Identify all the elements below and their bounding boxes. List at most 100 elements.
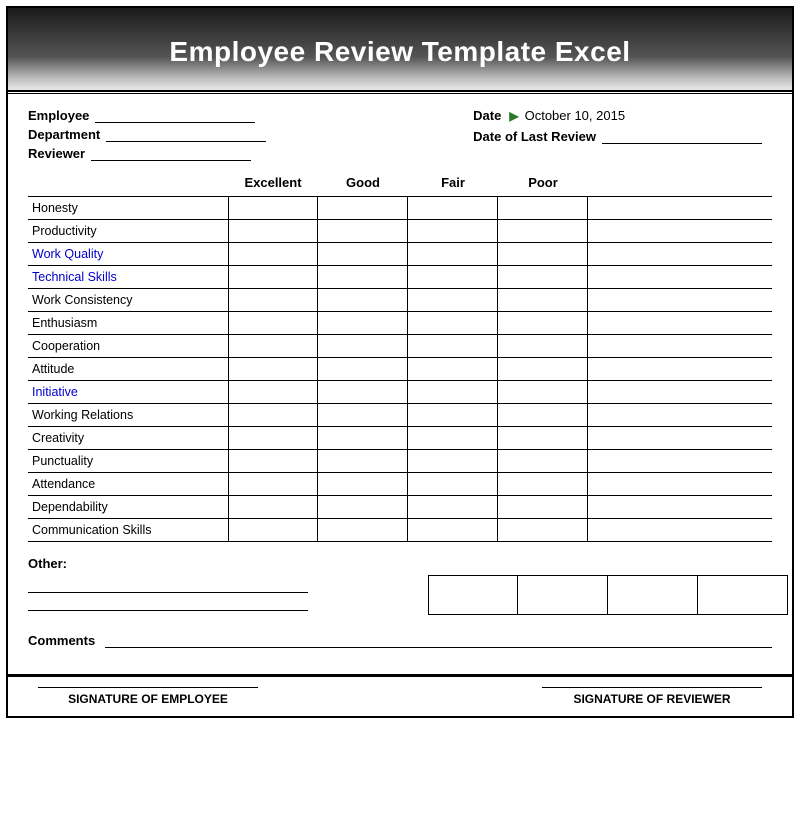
rating-cell-excellent[interactable] <box>228 243 318 265</box>
rating-cell-poor[interactable] <box>498 427 588 449</box>
employee-signature-line[interactable] <box>38 687 258 688</box>
item-label: Initiative <box>28 383 228 401</box>
rating-cell-poor[interactable] <box>498 220 588 242</box>
rating-cell-excellent[interactable] <box>228 427 318 449</box>
item-label: Attendance <box>28 475 228 493</box>
item-label: Creativity <box>28 429 228 447</box>
rating-cell-fair[interactable] <box>408 358 498 380</box>
other-cell-good[interactable] <box>518 575 608 615</box>
rating-table: Excellent Good Fair Poor HonestyProducti… <box>28 175 772 542</box>
rating-cell-excellent[interactable] <box>228 335 318 357</box>
rating-cell-poor[interactable] <box>498 335 588 357</box>
rating-cell-fair[interactable] <box>408 312 498 334</box>
rating-cell-excellent[interactable] <box>228 450 318 472</box>
other-line-2[interactable] <box>28 597 308 611</box>
reviewer-signature-label: SIGNATURE OF REVIEWER <box>573 692 730 706</box>
department-field: Department <box>28 127 266 142</box>
item-label: Punctuality <box>28 452 228 470</box>
item-label: Honesty <box>28 199 228 217</box>
rating-cell-good[interactable] <box>318 335 408 357</box>
header-good: Good <box>318 175 408 190</box>
rating-cells <box>228 381 588 403</box>
rating-cell-excellent[interactable] <box>228 381 318 403</box>
rating-cell-poor[interactable] <box>498 473 588 495</box>
rating-cell-excellent[interactable] <box>228 312 318 334</box>
rating-cell-fair[interactable] <box>408 197 498 219</box>
rating-cell-good[interactable] <box>318 427 408 449</box>
rating-cell-excellent[interactable] <box>228 473 318 495</box>
rating-cell-good[interactable] <box>318 289 408 311</box>
rating-cell-poor[interactable] <box>498 519 588 541</box>
rating-cell-poor[interactable] <box>498 450 588 472</box>
last-review-input-line[interactable] <box>602 130 762 144</box>
table-row: Attendance <box>28 472 772 495</box>
rating-cell-fair[interactable] <box>408 496 498 518</box>
other-cell-excellent[interactable] <box>428 575 518 615</box>
rating-cell-good[interactable] <box>318 519 408 541</box>
rating-cell-excellent[interactable] <box>228 496 318 518</box>
rating-cell-fair[interactable] <box>408 404 498 426</box>
rating-cell-good[interactable] <box>318 450 408 472</box>
rating-cells <box>228 289 588 311</box>
rating-cell-good[interactable] <box>318 197 408 219</box>
department-input-line[interactable] <box>106 128 266 142</box>
item-label: Work Quality <box>28 245 228 263</box>
rating-cell-poor[interactable] <box>498 266 588 288</box>
rating-cell-good[interactable] <box>318 266 408 288</box>
rating-cell-fair[interactable] <box>408 519 498 541</box>
rating-cells <box>228 243 588 265</box>
rating-cell-poor[interactable] <box>498 358 588 380</box>
rating-cell-good[interactable] <box>318 220 408 242</box>
rating-cell-good[interactable] <box>318 381 408 403</box>
rating-cell-poor[interactable] <box>498 243 588 265</box>
reviewer-input-line[interactable] <box>91 147 251 161</box>
rating-cell-fair[interactable] <box>408 450 498 472</box>
rating-cell-excellent[interactable] <box>228 220 318 242</box>
comments-line[interactable] <box>105 634 772 648</box>
rating-cell-good[interactable] <box>318 404 408 426</box>
other-line-1[interactable] <box>28 579 308 593</box>
reviewer-label: Reviewer <box>28 146 85 161</box>
rating-cell-fair[interactable] <box>408 243 498 265</box>
rating-cells <box>228 450 588 472</box>
rating-cell-fair[interactable] <box>408 427 498 449</box>
rating-cell-fair[interactable] <box>408 335 498 357</box>
rating-cell-good[interactable] <box>318 243 408 265</box>
item-label: Communication Skills <box>28 521 228 539</box>
comments-section: Comments <box>28 633 772 648</box>
rating-cell-excellent[interactable] <box>228 519 318 541</box>
rating-cells <box>228 335 588 357</box>
info-right: Date ▶ October 10, 2015 Date of Last Rev… <box>473 108 772 144</box>
rating-cell-excellent[interactable] <box>228 358 318 380</box>
rating-cell-fair[interactable] <box>408 289 498 311</box>
rating-cell-excellent[interactable] <box>228 266 318 288</box>
employee-signature-block: SIGNATURE OF EMPLOYEE <box>38 687 258 706</box>
item-label: Technical Skills <box>28 268 228 286</box>
rating-cell-poor[interactable] <box>498 312 588 334</box>
table-row: Productivity <box>28 219 772 242</box>
rating-cell-poor[interactable] <box>498 496 588 518</box>
rating-cell-good[interactable] <box>318 473 408 495</box>
rating-cell-fair[interactable] <box>408 220 498 242</box>
rating-cell-good[interactable] <box>318 358 408 380</box>
rating-cell-fair[interactable] <box>408 473 498 495</box>
rating-cell-fair[interactable] <box>408 381 498 403</box>
page-title: Employee Review Template Excel <box>169 36 630 67</box>
rating-cell-poor[interactable] <box>498 289 588 311</box>
rating-cell-good[interactable] <box>318 496 408 518</box>
rating-cell-excellent[interactable] <box>228 197 318 219</box>
rating-cell-good[interactable] <box>318 312 408 334</box>
rating-cell-poor[interactable] <box>498 381 588 403</box>
rating-cell-excellent[interactable] <box>228 289 318 311</box>
other-cell-poor[interactable] <box>698 575 788 615</box>
rating-cell-fair[interactable] <box>408 266 498 288</box>
rating-cell-poor[interactable] <box>498 404 588 426</box>
date-field: Date ▶ October 10, 2015 <box>473 108 762 123</box>
table-row: Cooperation <box>28 334 772 357</box>
employee-input-line[interactable] <box>95 109 255 123</box>
rating-cell-excellent[interactable] <box>228 404 318 426</box>
other-cell-fair[interactable] <box>608 575 698 615</box>
rating-cell-poor[interactable] <box>498 197 588 219</box>
reviewer-signature-line[interactable] <box>542 687 762 688</box>
table-row: Work Consistency <box>28 288 772 311</box>
